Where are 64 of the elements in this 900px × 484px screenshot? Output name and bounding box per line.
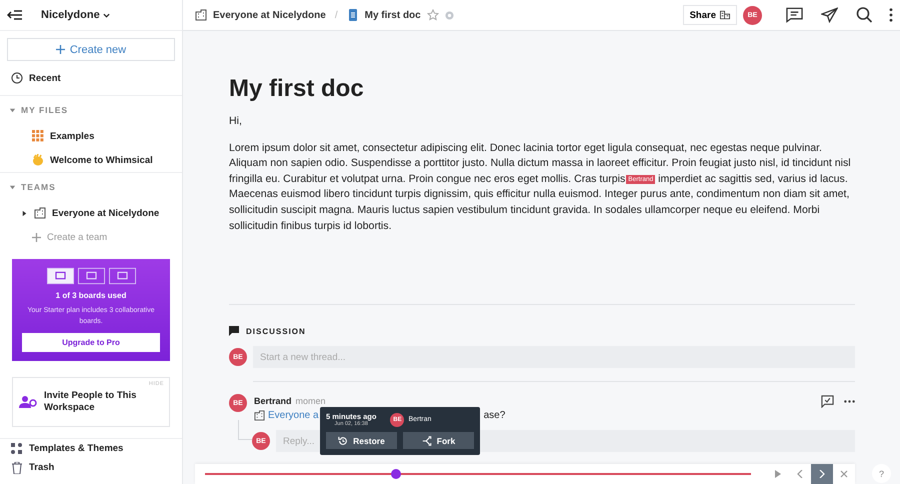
search-icon[interactable] — [856, 7, 873, 23]
section-title: MY FILES — [21, 105, 68, 115]
document-name: My first doc — [364, 10, 421, 20]
fork-button[interactable]: Fork — [403, 432, 474, 449]
recent-link[interactable]: Recent — [29, 72, 61, 84]
star-icon[interactable] — [426, 9, 439, 21]
create-new-button[interactable]: Create new — [7, 38, 175, 61]
sidebar-item[interactable]: Welcome to Whimsical — [50, 154, 153, 166]
document-title: My first doc — [229, 74, 365, 104]
trash-icon — [11, 462, 23, 474]
breadcrumb-link[interactable]: Everyone at Nicelydone — [213, 10, 326, 20]
document-icon — [346, 9, 359, 21]
comment-author: Bertrand — [254, 396, 292, 406]
section-caret-icon[interactable] — [9, 106, 16, 114]
sidebar-item[interactable]: Examples — [50, 130, 94, 142]
resolve-icon[interactable] — [821, 394, 834, 408]
plus-icon — [56, 45, 65, 54]
invite-text[interactable]: Invite People to This Workspace — [44, 390, 163, 414]
close-button[interactable] — [833, 464, 855, 484]
building-icon — [720, 10, 730, 20]
fork-icon — [422, 436, 432, 446]
breadcrumb-separator: / — [334, 10, 338, 20]
add-people-icon — [19, 395, 37, 409]
sidebar-item[interactable]: Everyone at Nicelydone — [52, 208, 160, 218]
discussion-icon — [229, 326, 239, 336]
clock-icon — [11, 72, 23, 84]
restore-icon — [338, 436, 348, 446]
plan-title: 1 of 3 boards used — [56, 291, 126, 300]
close-icon — [840, 470, 848, 478]
more-icon[interactable] — [844, 400, 855, 403]
send-icon[interactable] — [821, 7, 838, 23]
building-icon — [34, 207, 46, 219]
more-icon[interactable] — [889, 8, 893, 22]
plus-icon — [32, 232, 41, 242]
comment-time: momen — [296, 396, 326, 406]
chevron-right-icon — [818, 470, 826, 478]
sidebar-link[interactable]: Templates & Themes — [29, 443, 124, 454]
greeting-text: Hi, — [229, 114, 243, 129]
next-button[interactable] — [811, 464, 833, 484]
comment-icon[interactable] — [786, 7, 803, 23]
templates-icon — [11, 442, 23, 454]
chevron-left-icon — [796, 470, 804, 478]
hand-icon — [32, 154, 44, 166]
help-button[interactable]: ? — [872, 464, 891, 483]
caret-icon[interactable] — [102, 12, 110, 18]
building-icon — [254, 410, 265, 421]
sidebar-link[interactable]: Trash — [29, 462, 54, 473]
share-button[interactable]: Share — [682, 5, 737, 25]
timeline-handle[interactable] — [391, 469, 402, 479]
previous-button[interactable] — [789, 464, 811, 484]
building-icon — [195, 9, 207, 21]
discussion-title: DISCUSSION — [246, 326, 306, 336]
thread-connector — [238, 420, 252, 440]
section-title: TEAMS — [21, 182, 56, 192]
section-caret-icon[interactable] — [9, 184, 16, 190]
new-thread-field[interactable]: Start a new thread... — [253, 346, 855, 368]
restore-button[interactable]: Restore — [326, 432, 397, 449]
mention-link[interactable]: Everyone a — [268, 410, 319, 421]
upgrade-button[interactable]: Upgrade to Pro — [22, 333, 160, 352]
comment-text: ase? — [484, 410, 506, 421]
workspace-switcher[interactable]: Nicelydone — [41, 9, 110, 21]
play-icon — [774, 470, 782, 478]
grid-icon — [32, 130, 44, 142]
expand-caret-icon[interactable] — [21, 210, 28, 216]
